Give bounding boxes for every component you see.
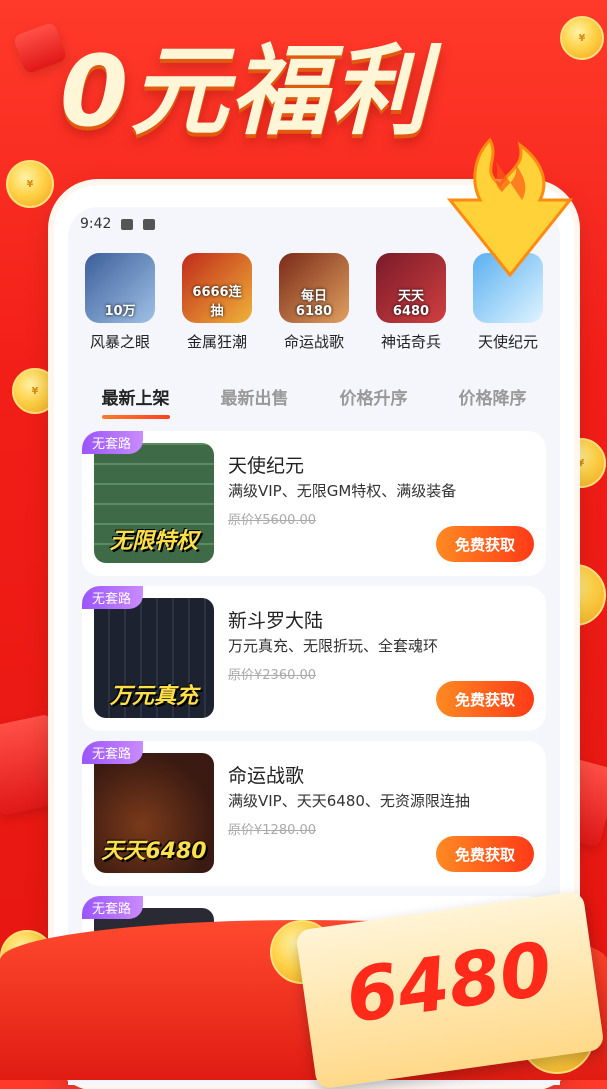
coin-decoration (6, 160, 54, 208)
card-desc: 万元真充、无限折玩、全套魂环 (228, 637, 439, 655)
original-price: 原价¥1280.00 (228, 823, 317, 838)
card-desc: 满级VIP、天天6480、无资源限连抽 (228, 792, 470, 810)
image-icon (121, 218, 134, 230)
game-thumbnail: 天天6480 (94, 753, 214, 873)
status-time: 9:42 (80, 216, 112, 232)
no-trick-badge: 无套路 (82, 896, 144, 919)
game-tag: 10万 (104, 304, 136, 319)
game-thumbnail: 无限特权 (94, 443, 214, 563)
game-item[interactable]: 每日6180 命运战歌 (272, 253, 356, 352)
flame-arrow-icon (446, 137, 574, 278)
card-desc: 满级VIP、无限GM特权、满级装备 (228, 482, 457, 500)
game-tag: 每日6180 (295, 289, 333, 319)
game-thumbnail: 万元真充 (94, 598, 214, 718)
free-get-button[interactable]: 免费获取 (436, 526, 534, 562)
no-trick-badge: 无套路 (82, 586, 144, 609)
original-price: 原价¥2360.00 (228, 668, 317, 683)
game-item[interactable]: 10万 风暴之眼 (78, 253, 162, 352)
original-price: 原价¥5600.00 (228, 513, 317, 528)
tab-price-desc[interactable]: 价格降序 (459, 384, 527, 419)
list-item[interactable]: 无套路 万元真充 新斗罗大陆 万元真充、无限折玩、全套魂环 原价¥2360.00… (82, 586, 546, 731)
game-tag: 天天6480 (392, 289, 430, 319)
tab-price-asc[interactable]: 价格升序 (340, 384, 408, 419)
game-name: 风暴之眼 (89, 333, 150, 351)
tab-newest-sold[interactable]: 最新出售 (221, 384, 289, 419)
game-icon: 每日6180 (279, 253, 349, 323)
thumbnail-caption: 无限特权 (109, 529, 198, 554)
card-title: 命运战歌 (228, 765, 305, 787)
sort-tabs: 最新上架 最新出售 价格升序 价格降序 (68, 384, 560, 419)
game-icon: 10万 (85, 253, 155, 323)
coin-decoration (560, 16, 604, 60)
game-name: 天使纪元 (477, 333, 538, 351)
list-item[interactable]: 无套路 无限特权 天使纪元 满级VIP、无限GM特权、满级装备 原价¥5600.… (82, 431, 546, 576)
game-item[interactable]: 6666连抽 金属狂潮 (175, 253, 259, 352)
no-trick-badge: 无套路 (82, 431, 144, 454)
card-title: 天使纪元 (228, 455, 305, 477)
game-name: 金属狂潮 (186, 333, 247, 351)
game-name: 神话奇兵 (380, 333, 441, 351)
game-tag: 6666连抽 (192, 285, 242, 319)
thumbnail-caption: 天天6480 (101, 839, 207, 864)
card-title: 新斗罗大陆 (228, 610, 324, 632)
game-name: 命运战歌 (283, 333, 344, 351)
thumbnail-caption: 万元真充 (109, 684, 198, 709)
list-item[interactable]: 无套路 天天6480 命运战歌 满级VIP、天天6480、无资源限连抽 原价¥1… (82, 741, 546, 886)
no-trick-badge: 无套路 (82, 741, 144, 764)
free-get-button[interactable]: 免费获取 (436, 836, 534, 872)
free-get-button[interactable]: 免费获取 (436, 681, 534, 717)
game-icon: 6666连抽 (182, 253, 252, 323)
tab-newest-listed[interactable]: 最新上架 (101, 384, 170, 419)
coupon-amount: 6480 (341, 926, 557, 1040)
coin-decoration (12, 368, 58, 414)
font-icon (143, 218, 156, 230)
